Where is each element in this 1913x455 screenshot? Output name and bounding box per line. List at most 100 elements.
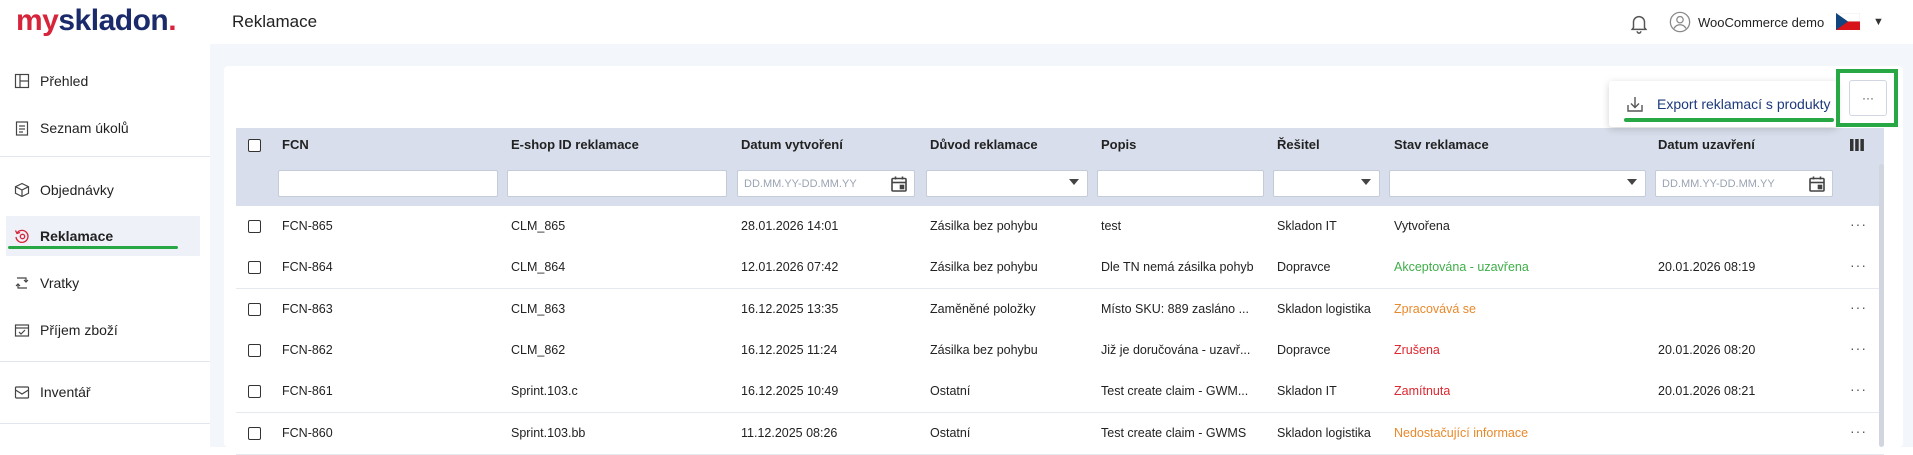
select-all-checkbox[interactable]: [248, 139, 261, 152]
column-header-solver[interactable]: Řešitel: [1277, 137, 1320, 152]
table-row[interactable]: FCN-863 CLM_863 16.12.2025 13:35 Zaměněné p…: [236, 288, 1884, 331]
row-checkbox[interactable]: [248, 220, 261, 233]
column-header-reason[interactable]: Důvod reklamace: [930, 137, 1038, 152]
cell-closed: 20.01.2026 08:20: [1658, 342, 1756, 357]
cell-desc: test: [1101, 219, 1122, 233]
logo[interactable]: myskladon.: [16, 4, 177, 38]
filter-date-closed-input[interactable]: DD.MM.YY-DD.MM.YY: [1655, 170, 1833, 197]
table-row[interactable]: FCN-865 CLM_865 28.01.2026 14:01 Zásilka be…: [236, 206, 1884, 248]
receipt-icon: [14, 324, 30, 337]
cell-created: 16.12.2025 13:35: [741, 301, 839, 316]
cell-closed: 20.01.2026 08:21: [1658, 384, 1756, 399]
table-row[interactable]: FCN-864 CLM_864 12.01.2026 07:42 Zásilka be…: [236, 247, 1884, 290]
scrollbar[interactable]: [1879, 164, 1884, 447]
table-row[interactable]: FCN-862 CLM_862 16.12.2025 11:24 Zásilka be…: [236, 329, 1884, 372]
export-highlight-underline: [1624, 118, 1834, 122]
cell-fcn[interactable]: FCN-865: [282, 219, 333, 233]
filter-status-select[interactable]: [1389, 170, 1646, 197]
cell-fcn[interactable]: FCN-862: [282, 343, 333, 357]
returns-icon: [15, 277, 29, 289]
cell-eshop-id: Sprint.103.bb: [511, 425, 586, 440]
cell-fcn[interactable]: FCN-864: [282, 260, 333, 274]
sidebar-divider: [0, 361, 210, 362]
filter-date-created-input[interactable]: DD.MM.YY-DD.MM.YY: [737, 170, 915, 197]
cell-fcn[interactable]: FCN-861: [282, 384, 333, 398]
user-name[interactable]: WooCommerce demo: [1698, 15, 1824, 30]
export-label: Export reklamací s produkty: [1657, 96, 1831, 112]
cell-closed: 20.01.2026 08:19: [1658, 260, 1756, 275]
cell-desc: Již je doručována - uzavř...: [1101, 342, 1251, 357]
row-checkbox[interactable]: [248, 261, 261, 275]
cell-created: 16.12.2025 10:49: [741, 384, 839, 399]
cell-eshop-id: CLM_863: [511, 301, 566, 316]
user-icon[interactable]: [1669, 11, 1691, 33]
sidebar-item-label: Objednávky: [40, 182, 114, 198]
chevron-down-icon[interactable]: ▼: [1873, 16, 1884, 28]
cell-fcn[interactable]: FCN-863: [282, 302, 333, 316]
cell-solver: Dopravce: [1277, 342, 1331, 357]
calendar-icon[interactable]: [890, 175, 908, 193]
sidebar-item-objednavky[interactable]: Objednávky: [6, 170, 200, 210]
chevron-down-icon: [1627, 179, 1637, 185]
cell-eshop-id: CLM_864: [511, 260, 566, 275]
row-actions-button[interactable]: ···: [1850, 381, 1867, 397]
filter-eshop-id-input[interactable]: [507, 170, 727, 197]
cell-created: 16.12.2025 11:24: [741, 342, 838, 357]
cell-status: Zrušena: [1394, 342, 1440, 357]
sidebar-item-seznam-ukolu[interactable]: Seznam úkolů: [6, 108, 200, 148]
column-header-date-created[interactable]: Datum vytvoření: [741, 137, 843, 152]
logo-dot: .: [168, 4, 177, 37]
calendar-icon[interactable]: [1808, 175, 1826, 193]
sidebar-item-label: Přehled: [40, 73, 89, 89]
row-checkbox[interactable]: [248, 385, 261, 399]
cell-fcn[interactable]: FCN-860: [282, 426, 333, 440]
cell-reason: Zásilka bez pohybu: [930, 219, 1038, 233]
row-actions-button[interactable]: ···: [1850, 216, 1867, 232]
clipboard-icon: [15, 121, 29, 136]
column-header-description[interactable]: Popis: [1101, 137, 1136, 152]
cz-flag-icon[interactable]: [1836, 13, 1860, 30]
sidebar-item-vratky[interactable]: Vratky: [6, 263, 200, 303]
column-header-eshop-id[interactable]: E-shop ID reklamace: [511, 137, 639, 152]
cell-reason: Ostatní: [930, 425, 971, 440]
row-actions-button[interactable]: ···: [1850, 299, 1867, 315]
cell-reason: Zásilka bez pohybu: [930, 260, 1038, 275]
row-checkbox[interactable]: [248, 302, 261, 316]
more-options-button[interactable]: ···: [1849, 80, 1887, 116]
cell-eshop-id: CLM_865: [511, 219, 566, 233]
sidebar-item-prijem-zbozi[interactable]: Příjem zboží: [6, 310, 200, 350]
sidebar-item-inventar[interactable]: Inventář: [6, 372, 200, 412]
cell-eshop-id: CLM_862: [511, 342, 566, 357]
cell-solver: Dopravce: [1277, 260, 1331, 275]
column-header-date-closed[interactable]: Datum uzavření: [1658, 137, 1755, 152]
row-actions-button[interactable]: ···: [1850, 257, 1867, 273]
inventory-icon: [14, 386, 30, 399]
column-header-fcn[interactable]: FCN: [282, 137, 309, 152]
row-actions-button[interactable]: ···: [1850, 423, 1867, 439]
filter-reason-select[interactable]: [926, 170, 1088, 197]
table-header: [236, 128, 1884, 164]
sidebar-divider: [0, 156, 210, 157]
table-row[interactable]: FCN-860 Sprint.103.bb 11.12.2025 08:26 Osta…: [236, 412, 1884, 455]
bell-icon[interactable]: [1628, 11, 1650, 35]
logo-skladon: skladon: [58, 4, 169, 37]
filter-fcn-input[interactable]: [278, 170, 498, 197]
sidebar-item-prehled[interactable]: Přehled: [6, 61, 200, 101]
cell-status: Akceptována - uzavřena: [1394, 260, 1529, 275]
date-created-placeholder: DD.MM.YY-DD.MM.YY: [744, 177, 857, 190]
row-checkbox[interactable]: [248, 426, 261, 440]
cell-reason: Zásilka bez pohybu: [930, 342, 1038, 357]
cell-created: 11.12.2025 08:26: [741, 425, 838, 440]
date-closed-placeholder: DD.MM.YY-DD.MM.YY: [1662, 177, 1775, 190]
logo-my: my: [16, 4, 59, 37]
filter-solver-select[interactable]: [1273, 170, 1380, 197]
sidebar-item-reklamace[interactable]: Reklamace: [6, 216, 200, 256]
row-checkbox[interactable]: [248, 343, 261, 357]
sidebar-item-label: Inventář: [40, 384, 91, 400]
cell-solver: Skladon logistika: [1277, 425, 1371, 440]
row-actions-button[interactable]: ···: [1850, 340, 1867, 356]
table-row[interactable]: FCN-861 Sprint.103.c 16.12.2025 10:49 Ostat…: [236, 371, 1884, 414]
column-header-status[interactable]: Stav reklamace: [1394, 137, 1489, 152]
columns-icon[interactable]: [1850, 138, 1864, 152]
filter-description-input[interactable]: [1097, 170, 1264, 197]
